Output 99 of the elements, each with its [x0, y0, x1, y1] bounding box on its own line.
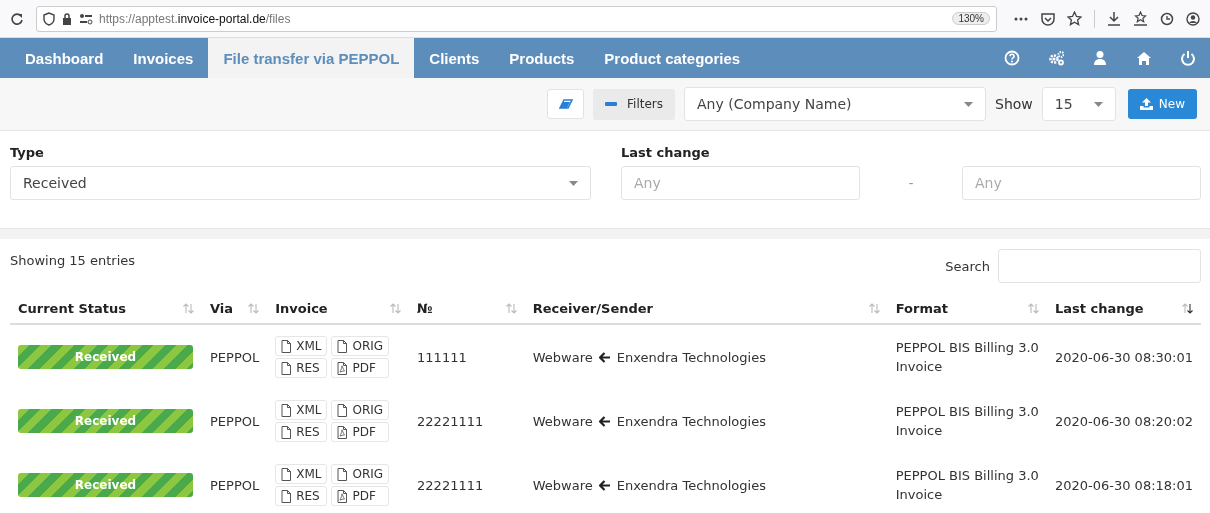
- file-icon: [337, 467, 348, 481]
- entries-info: Showing 15 entries: [10, 253, 136, 268]
- table-cell: 2020-06-30 08:30:01: [1046, 324, 1201, 389]
- table-cell: 111111: [409, 324, 525, 389]
- page-size-select[interactable]: 15: [1041, 87, 1116, 121]
- arrow-left-icon: [598, 479, 611, 491]
- field-label: Last change: [621, 145, 711, 160]
- user-icon[interactable]: [1092, 50, 1108, 66]
- column-header[interactable]: Format: [887, 294, 1047, 324]
- table-cell-text: PEPPOL: [209, 412, 261, 431]
- file-button[interactable]: PDF: [331, 358, 390, 378]
- table-cell: PEPPOL BIS Billing 3.0 Invoice: [887, 324, 1047, 389]
- search-label: Search: [945, 258, 990, 274]
- file-button[interactable]: XML: [275, 464, 328, 484]
- search-field[interactable]: [998, 249, 1201, 283]
- range-separator: -: [907, 175, 915, 191]
- file-icon: [281, 361, 292, 375]
- column-header[interactable]: Current Status: [10, 294, 202, 324]
- table-cell: PEPPOL: [202, 324, 268, 389]
- lock-icon: [61, 11, 73, 26]
- status-badge: Received: [18, 473, 193, 497]
- caret-icon: [569, 180, 578, 186]
- receiver-name: Webware: [532, 413, 593, 429]
- file-button[interactable]: PDF: [331, 486, 390, 506]
- sender-name: Enxendra Technologies: [616, 413, 766, 429]
- table-cell-text: 22221111: [416, 476, 485, 495]
- filters-button[interactable]: Filters: [593, 88, 676, 120]
- help-icon[interactable]: [1004, 50, 1020, 66]
- file-icon: [281, 339, 292, 353]
- company-select[interactable]: Any (Company Name): [684, 87, 987, 121]
- arrow-left-icon: [598, 351, 611, 363]
- status-badge: Received: [18, 409, 193, 433]
- address-bar[interactable]: https://apptest.invoice-portal.de/files 130%: [36, 5, 997, 32]
- receiver-name: Webware: [532, 477, 593, 493]
- star-icon[interactable]: [1067, 11, 1082, 26]
- arrow-left-icon: [598, 415, 611, 427]
- nav-tab[interactable]: Invoices: [118, 38, 209, 78]
- shield-icon: [43, 11, 55, 26]
- eraser-icon: [558, 99, 573, 109]
- nav-tab[interactable]: Clients: [414, 38, 495, 78]
- file-icon: [281, 489, 292, 503]
- column-header[interactable]: Last change: [1046, 294, 1201, 324]
- pdf-file-icon: [337, 489, 348, 503]
- pdf-file-icon: [337, 425, 348, 439]
- sender-name: Enxendra Technologies: [616, 349, 766, 365]
- file-button[interactable]: PDF: [331, 422, 390, 442]
- nav-tab[interactable]: Dashboard: [10, 38, 119, 78]
- eraser-button[interactable]: [547, 89, 585, 119]
- zoom-badge[interactable]: 130%: [952, 12, 990, 25]
- minus-icon: [605, 102, 618, 106]
- file-icon: [281, 425, 292, 439]
- receiver-name: Webware: [532, 349, 593, 365]
- pocket-icon[interactable]: [1041, 11, 1055, 26]
- file-icon: [337, 339, 348, 353]
- file-button[interactable]: XML: [275, 336, 328, 356]
- table-cell-text: PEPPOL BIS Billing 3.0 Invoice: [894, 467, 1040, 504]
- file-icon: [337, 403, 348, 417]
- pdf-file-icon: [337, 361, 348, 375]
- table-cell-text: PEPPOL BIS Billing 3.0 Invoice: [894, 403, 1040, 440]
- caret-icon: [1093, 101, 1103, 107]
- column-header[interactable]: Via: [202, 294, 268, 324]
- home-icon[interactable]: [1136, 50, 1152, 66]
- upload-icon: [1139, 98, 1153, 110]
- account-icon[interactable]: [1186, 11, 1200, 26]
- file-button[interactable]: XML: [275, 400, 328, 420]
- download-icon[interactable]: [1107, 11, 1121, 26]
- library-icon[interactable]: [1133, 11, 1148, 26]
- column-header[interactable]: Invoice: [267, 294, 410, 324]
- nav-tab[interactable]: Products: [494, 38, 590, 78]
- permissions-icon: [79, 12, 93, 25]
- date-to-field[interactable]: Any: [962, 166, 1201, 200]
- nav-tab[interactable]: Product categories: [589, 38, 756, 78]
- power-icon[interactable]: [1180, 50, 1196, 66]
- url-text: https://apptest.invoice-portal.de/files: [99, 11, 291, 26]
- file-button[interactable]: RES: [275, 486, 328, 506]
- clock-icon[interactable]: [1160, 11, 1174, 26]
- new-button[interactable]: New: [1127, 89, 1197, 119]
- table-cell-text: 2020-06-30 08:20:02: [1053, 412, 1194, 431]
- file-button[interactable]: ORIG: [331, 336, 390, 356]
- table-cell-text: 2020-06-30 08:18:01: [1053, 476, 1194, 495]
- file-button[interactable]: RES: [275, 422, 328, 442]
- sender-name: Enxendra Technologies: [616, 477, 766, 493]
- file-icon: [281, 467, 292, 481]
- file-icon: [281, 403, 292, 417]
- table-cell-text: PEPPOL: [209, 476, 261, 495]
- type-select[interactable]: Received: [10, 166, 591, 200]
- status-badge: Received: [18, 345, 193, 369]
- show-label: Show: [995, 96, 1033, 112]
- file-button[interactable]: ORIG: [331, 400, 390, 420]
- column-header[interactable]: Receiver/Sender: [524, 294, 888, 324]
- column-header[interactable]: №: [409, 294, 525, 324]
- date-from-field[interactable]: Any: [621, 166, 860, 200]
- file-button[interactable]: RES: [275, 358, 328, 378]
- reload-icon[interactable]: [10, 11, 24, 26]
- field-label: Type: [10, 145, 45, 160]
- caret-icon: [964, 101, 974, 107]
- gears-icon[interactable]: [1048, 50, 1064, 66]
- file-button[interactable]: ORIG: [331, 464, 390, 484]
- table-cell-text: 22221111: [416, 412, 485, 431]
